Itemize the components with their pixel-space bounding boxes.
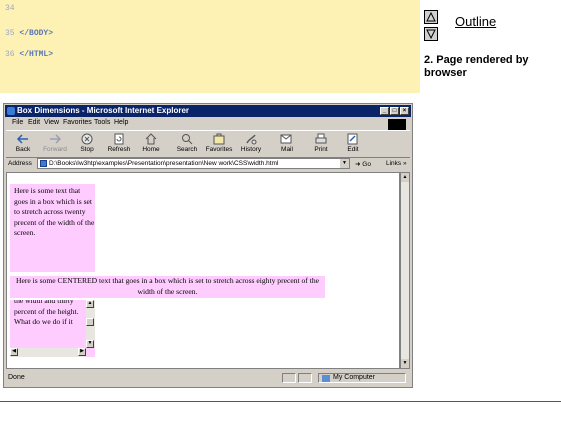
centered-eighty-percent-box: Here is some CENTERED text that goes in …	[10, 276, 325, 298]
menu-tools[interactable]: Tools	[94, 119, 110, 126]
menu-edit[interactable]: Edit	[28, 119, 40, 126]
search-button[interactable]: Search	[172, 131, 202, 157]
line-number: 34	[5, 4, 15, 13]
links-button[interactable]: Links »	[386, 160, 407, 167]
scroll-up-icon[interactable]: ▲	[86, 300, 94, 308]
back-button[interactable]: Back	[8, 131, 38, 157]
page-viewport: Here is some text that goes in a box whi…	[6, 172, 400, 369]
stop-icon	[81, 133, 93, 145]
menu-bar: File Edit View Favorites Tools Help	[6, 118, 410, 128]
print-button[interactable]: Print	[306, 131, 336, 157]
code-line: 36 </HTML>	[5, 50, 53, 59]
home-icon	[145, 133, 157, 145]
status-cell	[282, 373, 296, 383]
favorites-icon	[213, 133, 225, 145]
outline-link[interactable]: Outline	[455, 14, 496, 29]
forward-button[interactable]: Forward	[40, 131, 70, 157]
menu-view[interactable]: View	[44, 119, 59, 126]
address-url: D:\Books\Iw3htp\examples\Presentation\pr…	[49, 160, 279, 167]
scroll-left-icon[interactable]: ◀	[10, 348, 18, 356]
refresh-icon	[114, 133, 124, 145]
zone-label: My Computer	[333, 374, 376, 381]
box-vertical-scrollbar[interactable]: ▲ ▼	[86, 300, 95, 348]
stop-button[interactable]: Stop	[72, 131, 102, 157]
forward-arrow-icon	[50, 134, 62, 144]
mail-icon	[280, 134, 292, 144]
code-text: </BODY>	[19, 29, 54, 38]
edit-button[interactable]: Edit	[338, 131, 368, 157]
maximize-button[interactable]: □	[390, 107, 399, 115]
toolbar: Back Forward Stop Refresh Home Search Fa…	[6, 130, 410, 158]
title-bar: Box Dimensions - Microsoft Internet Expl…	[5, 105, 411, 117]
scrolling-box-text: the width and thirty percent of the heig…	[14, 300, 79, 327]
menu-file[interactable]: File	[12, 119, 23, 126]
divider	[0, 401, 561, 402]
scroll-down-icon[interactable]: ▼	[86, 340, 94, 348]
line-number: 36	[5, 50, 15, 59]
status-cell	[298, 373, 312, 383]
code-line: 34	[5, 4, 15, 13]
print-icon	[315, 133, 327, 144]
page-vertical-scrollbar[interactable]: ▲ ▼	[400, 172, 410, 369]
code-line: 35 </BODY>	[5, 29, 53, 38]
status-bar: Done My Computer	[6, 372, 410, 385]
close-button[interactable]: ×	[400, 107, 409, 115]
go-button[interactable]: ➜ Go	[355, 160, 371, 168]
computer-icon	[322, 375, 330, 382]
code-listing: 34 35 </BODY> 36 </HTML>	[0, 0, 420, 93]
triangle-down-icon	[426, 29, 436, 39]
refresh-button[interactable]: Refresh	[104, 131, 134, 157]
next-slide-button[interactable]	[424, 27, 438, 41]
scroll-thumb[interactable]	[86, 318, 94, 326]
line-number: 35	[5, 29, 15, 38]
mail-button[interactable]: Mail	[272, 131, 302, 157]
code-text: </HTML>	[19, 50, 54, 59]
history-button[interactable]: History	[236, 131, 266, 157]
go-arrow-icon: ➜	[355, 161, 361, 168]
scroll-right-icon[interactable]: ▶	[78, 348, 86, 356]
security-zone: My Computer	[318, 373, 406, 383]
windows-logo-icon	[388, 119, 406, 130]
menu-help[interactable]: Help	[114, 119, 128, 126]
box-horizontal-scrollbar[interactable]: ◀ ▶	[10, 348, 86, 357]
address-label: Address	[8, 160, 32, 167]
chevron-down-icon[interactable]: ▼	[340, 159, 349, 168]
scroll-down-icon[interactable]: ▼	[401, 359, 409, 368]
ie-icon	[7, 107, 15, 115]
address-input[interactable]: D:\Books\Iw3htp\examples\Presentation\pr…	[37, 158, 350, 169]
triangle-up-icon	[426, 12, 436, 22]
address-bar: Address D:\Books\Iw3htp\examples\Present…	[6, 158, 410, 170]
twenty-percent-box: Here is some text that goes in a box whi…	[10, 184, 95, 272]
history-icon	[246, 134, 257, 145]
status-text: Done	[8, 374, 25, 381]
menu-favorites[interactable]: Favorites	[63, 119, 92, 126]
back-arrow-icon	[16, 134, 28, 144]
page-icon	[40, 160, 47, 167]
scroll-up-icon[interactable]: ▲	[401, 173, 409, 182]
home-button[interactable]: Home	[136, 131, 166, 157]
edit-icon	[347, 133, 358, 145]
scrolling-box: the width and thirty percent of the heig…	[10, 300, 95, 357]
slide-caption: 2. Page rendered by browser	[424, 54, 529, 79]
previous-slide-button[interactable]	[424, 10, 438, 24]
window-title: Box Dimensions - Microsoft Internet Expl…	[17, 106, 190, 115]
search-icon	[182, 134, 193, 145]
minimize-button[interactable]: _	[380, 107, 389, 115]
browser-window: Box Dimensions - Microsoft Internet Expl…	[3, 103, 413, 388]
favorites-button[interactable]: Favorites	[204, 131, 234, 157]
